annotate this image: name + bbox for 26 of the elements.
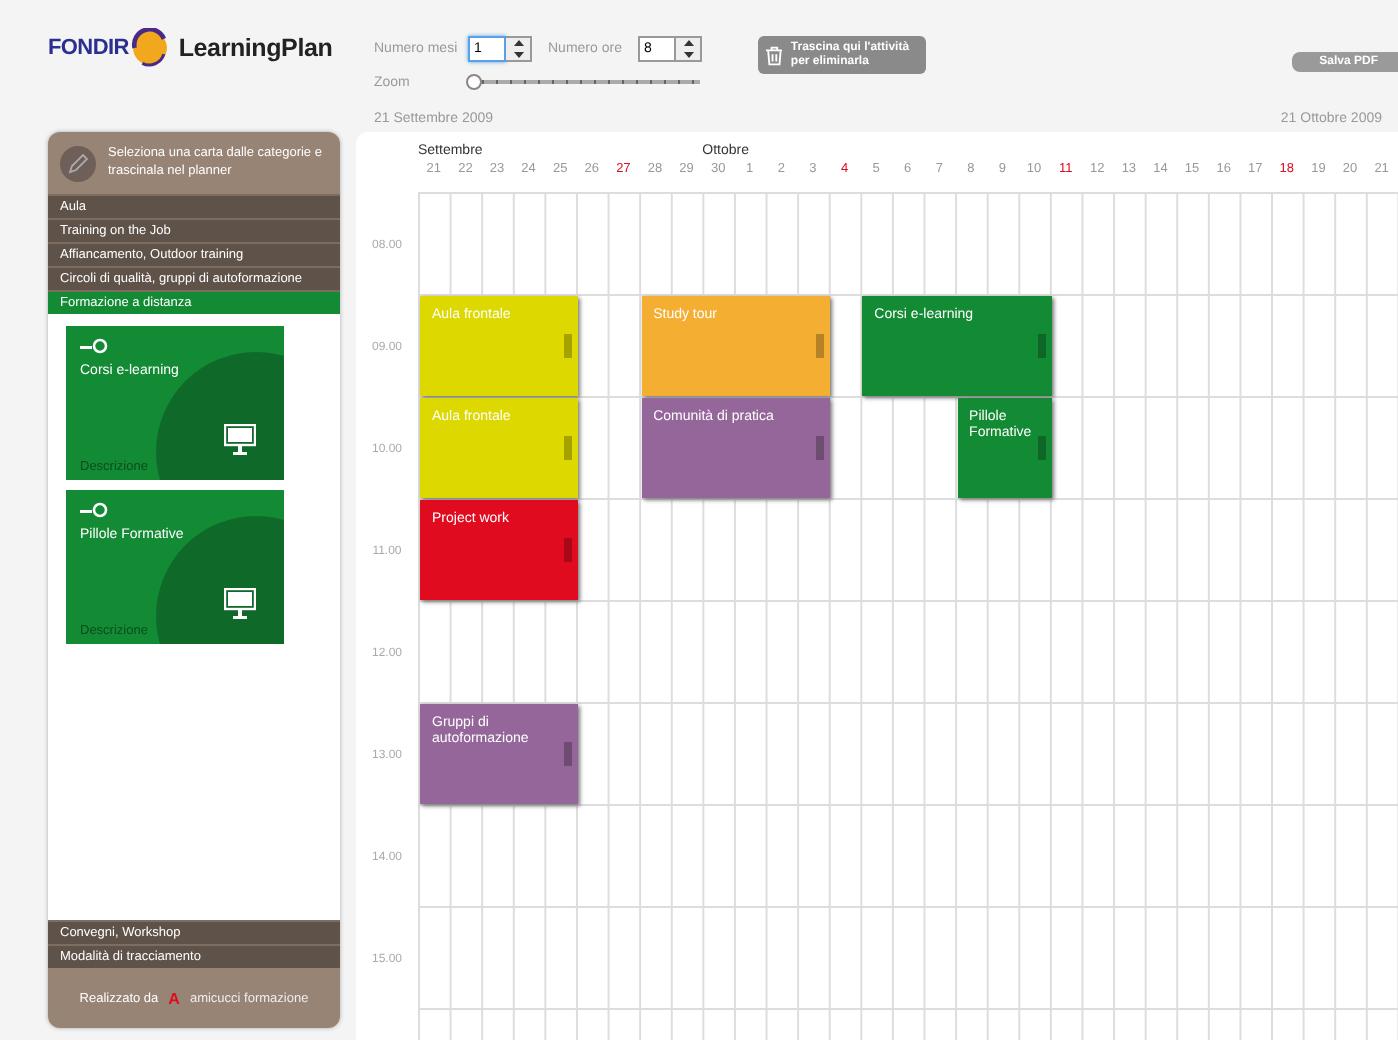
drag-handle[interactable] (563, 436, 572, 461)
logo-icon (80, 502, 108, 518)
stepper[interactable] (506, 36, 532, 62)
logo-orb-icon (130, 28, 171, 68)
down-arrow-icon[interactable] (513, 51, 523, 58)
drag-handle[interactable] (563, 538, 572, 563)
up-arrow-icon[interactable] (513, 40, 523, 47)
trash-icon (766, 45, 783, 65)
brand-mark: A (168, 989, 180, 1007)
drag-handle[interactable] (816, 334, 825, 359)
logo-icon (80, 338, 108, 354)
drag-handle[interactable] (816, 436, 825, 461)
stepper[interactable] (676, 36, 702, 62)
pencil-icon (60, 145, 96, 181)
drag-handle[interactable] (1037, 334, 1046, 359)
up-arrow-icon[interactable] (683, 40, 693, 47)
drag-handle[interactable] (563, 742, 572, 767)
drag-handle[interactable] (1037, 436, 1046, 461)
app-title: LearningPlan (178, 34, 333, 62)
drag-handle[interactable] (563, 334, 572, 359)
down-arrow-icon[interactable] (683, 51, 693, 58)
monitor-icon (224, 588, 256, 620)
monitor-icon (224, 424, 256, 456)
logo: FONDIR (48, 36, 129, 60)
zoom-slider[interactable] (468, 74, 700, 90)
slider-thumb[interactable] (466, 74, 482, 90)
